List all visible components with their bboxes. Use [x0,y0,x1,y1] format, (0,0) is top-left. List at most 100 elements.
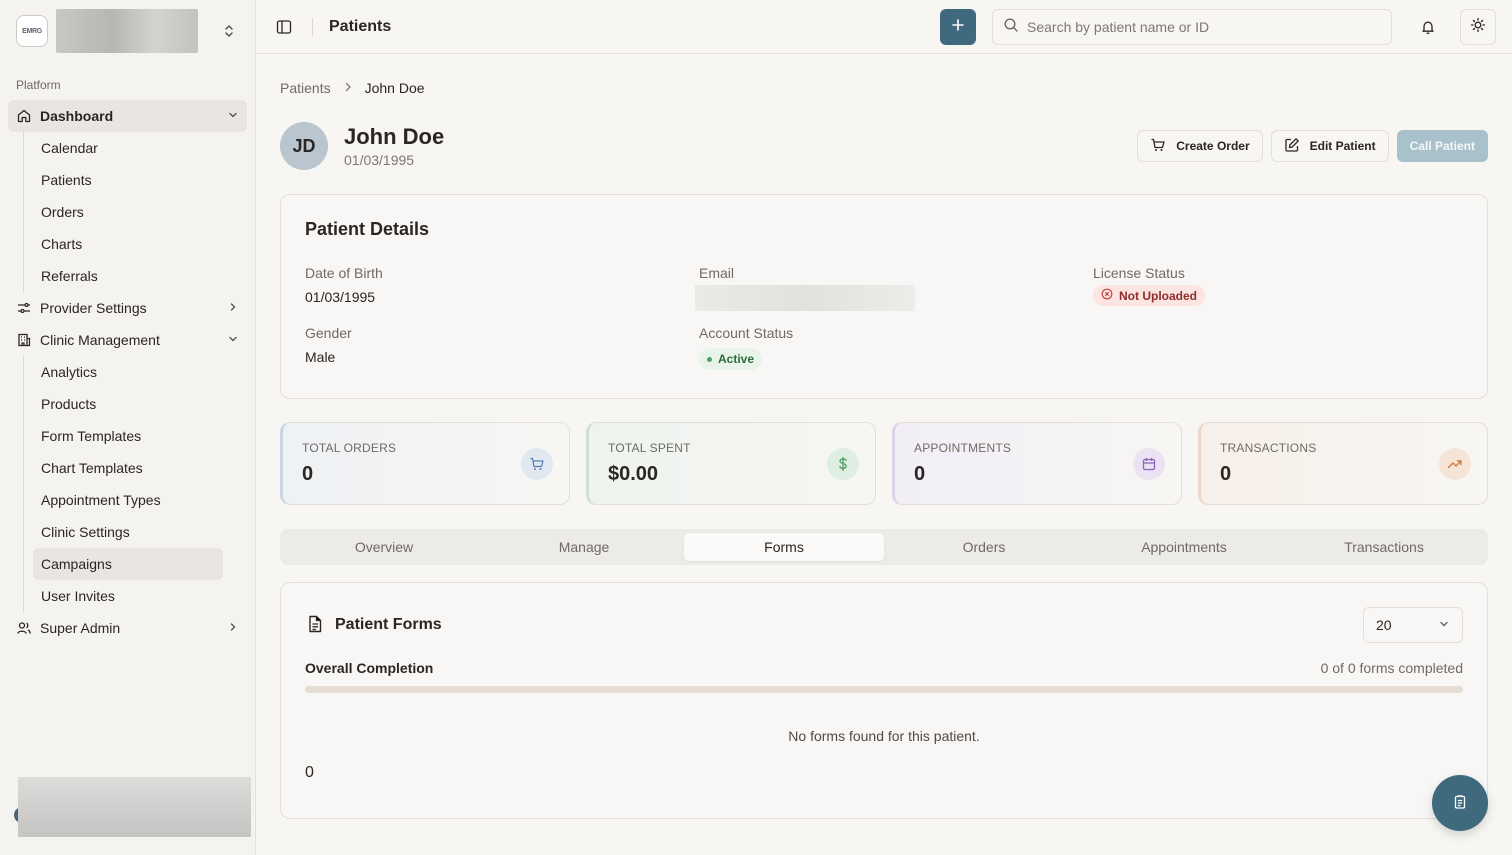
select-value: 20 [1376,617,1392,633]
tab-transactions[interactable]: Transactions [1284,533,1484,561]
license-status-field: License Status Not Uploaded [1093,265,1205,306]
stat-value: 0 [914,463,926,485]
sidebar-item-clinic-management[interactable]: Clinic Management [8,324,247,356]
patient-forms-card: Patient Forms 20 Overall Completion 0 of… [280,582,1488,819]
stat-card-total-spent: TOTAL SPENT $0.00 [586,422,876,505]
edit-icon [1284,137,1300,156]
field-label: Date of Birth [305,265,383,281]
sidebar-item-dashboard[interactable]: Dashboard [8,100,247,132]
chevron-down-icon [1438,618,1450,633]
sidebar-item-charts[interactable]: Charts [33,228,223,260]
page-title: Patients [329,17,392,35]
sidebar-item-user-invites[interactable]: User Invites [33,580,223,612]
sidebar-item-products[interactable]: Products [33,388,223,420]
chevron-right-icon [343,81,353,95]
tab-orders[interactable]: Orders [884,533,1084,561]
sidebar-toggle-icon[interactable] [274,17,294,37]
sun-icon [1470,17,1486,36]
tab-manage[interactable]: Manage [484,533,684,561]
user-menu-redacted[interactable] [18,777,251,837]
stat-label: TOTAL SPENT [608,441,691,455]
forms-title: Patient Forms [335,616,442,633]
stat-value: 0 [1220,463,1232,485]
dob-field: Date of Birth 01/03/1995 [305,265,383,305]
plus-icon [951,15,965,38]
search-input[interactable] [1027,18,1367,35]
sidebar-item-calendar[interactable]: Calendar [33,132,223,164]
badge-label: Active [718,352,755,366]
field-label: Gender [305,325,352,341]
stats-row: TOTAL ORDERS 0 TOTAL SPENT $0.00 APPOINT… [280,422,1488,505]
main-area: Patients Pati [256,0,1512,855]
forms-header: Patient Forms 20 [305,607,1463,643]
stat-card-appointments: APPOINTMENTS 0 [892,422,1182,505]
stat-value: $0.00 [608,463,659,485]
chevron-down-icon [227,333,239,348]
content: Patients John Doe JD John Doe 01/03/1995 [256,54,1512,855]
brand-logo: EMRG [16,15,48,47]
button-label: Create Order [1176,139,1250,153]
brand-switcher[interactable]: EMRG [0,0,255,62]
gender-field: Gender Male [305,325,352,365]
forms-footer-value: 0 [305,764,314,781]
breadcrumb: Patients John Doe [280,54,1488,122]
brand-name-redacted [56,9,198,53]
field-label: License Status [1093,265,1185,281]
patient-header: JD John Doe 01/03/1995 Create Order Edit… [280,122,1488,170]
sidebar-item-super-admin[interactable]: Super Admin [8,612,247,644]
clinic-management-subnav: Analytics Products Form Templates Chart … [23,356,247,612]
patient-identity: John Doe 01/03/1995 [344,124,444,168]
sidebar-item-analytics[interactable]: Analytics [33,356,223,388]
sliders-icon [16,300,32,316]
stat-card-total-orders: TOTAL ORDERS 0 [280,422,570,505]
edit-patient-button[interactable]: Edit Patient [1270,130,1389,162]
sidebar-item-campaigns[interactable]: Campaigns [33,548,223,580]
call-patient-button[interactable]: Call Patient [1396,130,1488,162]
stat-card-transactions: TRANSACTIONS 0 [1198,422,1488,505]
tab-overview[interactable]: Overview [284,533,484,561]
theme-toggle-button[interactable] [1460,8,1496,45]
cart-icon [521,448,553,480]
sidebar-item-form-templates[interactable]: Form Templates [33,420,223,452]
add-button[interactable] [940,8,976,45]
breadcrumb-current: John Doe [364,80,425,96]
field-label: Email [699,265,735,281]
sidebar-item-appointment-types[interactable]: Appointment Types [33,484,223,516]
search-bar[interactable] [992,8,1392,45]
tab-appointments[interactable]: Appointments [1084,533,1284,561]
chevrons-up-down-icon[interactable] [223,23,235,40]
x-circle-icon [1101,288,1113,303]
breadcrumb-parent-link[interactable]: Patients [280,80,331,96]
floating-notes-button[interactable] [1432,775,1488,831]
sidebar: EMRG Platform Dashboard Calendar Patient… [0,0,256,855]
sidebar-item-label: Dashboard [40,108,114,124]
notifications-bell-icon[interactable] [1418,17,1438,37]
sidebar-item-label: Provider Settings [40,300,147,316]
file-text-icon [305,614,325,637]
tab-forms[interactable]: Forms [684,533,884,561]
sidebar-item-provider-settings[interactable]: Provider Settings [8,292,247,324]
completion-count: 0 of 0 forms completed [1320,660,1463,676]
trending-up-icon [1439,448,1471,480]
users-icon [16,620,32,636]
sidebar-item-label: Clinic Management [40,332,160,348]
stat-label: TRANSACTIONS [1220,441,1317,455]
stat-label: APPOINTMENTS [914,441,1012,455]
sidebar-nav: Dashboard Calendar Patients Orders Chart… [0,100,255,644]
patient-name: John Doe [344,124,445,149]
clipboard-icon [1452,794,1468,813]
sidebar-item-clinic-settings[interactable]: Clinic Settings [33,516,223,548]
search-icon [1003,17,1019,36]
page-size-select[interactable]: 20 [1363,607,1463,643]
sidebar-item-referrals[interactable]: Referrals [33,260,223,292]
email-field: Email [695,265,915,311]
building-icon [16,332,32,348]
create-order-button[interactable]: Create Order [1137,130,1263,162]
sidebar-item-orders[interactable]: Orders [33,196,223,228]
button-label: Edit Patient [1309,139,1376,153]
calendar-icon [1133,448,1165,480]
sidebar-item-chart-templates[interactable]: Chart Templates [33,452,223,484]
patient-dob: 01/03/1995 [344,152,415,168]
divider [312,17,313,36]
sidebar-item-patients[interactable]: Patients [33,164,223,196]
